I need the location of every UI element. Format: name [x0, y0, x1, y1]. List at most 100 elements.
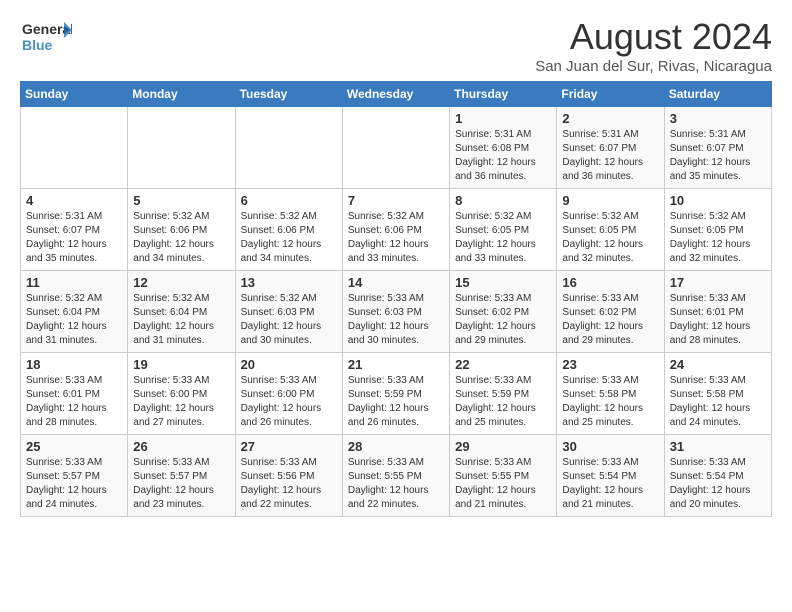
- day-number: 17: [670, 275, 766, 290]
- table-row: 20 Sunrise: 5:33 AM Sunset: 6:00 PM Dayli…: [235, 353, 342, 435]
- day-info: Sunrise: 5:33 AM Sunset: 5:59 PM Dayligh…: [348, 374, 444, 430]
- day-info: Sunrise: 5:33 AM Sunset: 5:58 PM Dayligh…: [562, 374, 658, 430]
- table-row: 5 Sunrise: 5:32 AM Sunset: 6:06 PM Daylig…: [128, 189, 235, 271]
- header-thursday: Thursday: [450, 82, 557, 107]
- day-info: Sunrise: 5:33 AM Sunset: 6:00 PM Dayligh…: [133, 374, 229, 430]
- calendar-container: General Blue August 2024 San Juan del Su…: [0, 0, 792, 533]
- day-info: Sunrise: 5:33 AM Sunset: 6:00 PM Dayligh…: [241, 374, 337, 430]
- day-number: 28: [348, 439, 444, 454]
- table-row: [235, 107, 342, 189]
- day-info: Sunrise: 5:32 AM Sunset: 6:05 PM Dayligh…: [562, 210, 658, 266]
- day-info: Sunrise: 5:33 AM Sunset: 5:54 PM Dayligh…: [670, 456, 766, 512]
- calendar-subtitle: San Juan del Sur, Rivas, Nicaragua: [535, 58, 772, 75]
- day-info: Sunrise: 5:31 AM Sunset: 6:08 PM Dayligh…: [455, 128, 551, 184]
- day-info: Sunrise: 5:33 AM Sunset: 5:57 PM Dayligh…: [133, 456, 229, 512]
- table-row: 3 Sunrise: 5:31 AM Sunset: 6:07 PM Daylig…: [664, 107, 771, 189]
- day-number: 20: [241, 357, 337, 372]
- day-info: Sunrise: 5:32 AM Sunset: 6:05 PM Dayligh…: [670, 210, 766, 266]
- header-tuesday: Tuesday: [235, 82, 342, 107]
- day-number: 4: [26, 193, 122, 208]
- weekday-header-row: Sunday Monday Tuesday Wednesday Thursday…: [21, 82, 772, 107]
- day-number: 15: [455, 275, 551, 290]
- day-number: 6: [241, 193, 337, 208]
- table-row: 17Sunrise: 5:33 AM Sunset: 6:01 PM Dayli…: [664, 271, 771, 353]
- day-number: 29: [455, 439, 551, 454]
- day-info: Sunrise: 5:32 AM Sunset: 6:04 PM Dayligh…: [133, 292, 229, 348]
- table-row: 26 Sunrise: 5:33 AM Sunset: 5:57 PM Dayli…: [128, 435, 235, 517]
- day-info: Sunrise: 5:32 AM Sunset: 6:06 PM Dayligh…: [133, 210, 229, 266]
- table-row: 19Sunrise: 5:33 AM Sunset: 6:00 PM Dayli…: [128, 353, 235, 435]
- day-number: 12: [133, 275, 229, 290]
- table-row: 4 Sunrise: 5:31 AM Sunset: 6:07 PM Daylig…: [21, 189, 128, 271]
- table-row: [21, 107, 128, 189]
- table-row: 6Sunrise: 5:32 AM Sunset: 6:06 PM Daylig…: [235, 189, 342, 271]
- calendar-week-row: 18 Sunrise: 5:33 AM Sunset: 6:01 PM Dayli…: [21, 353, 772, 435]
- table-row: 28 Sunrise: 5:33 AM Sunset: 5:55 PM Dayli…: [342, 435, 449, 517]
- day-number: 22: [455, 357, 551, 372]
- table-row: 12 Sunrise: 5:32 AM Sunset: 6:04 PM Dayli…: [128, 271, 235, 353]
- table-row: 13 Sunrise: 5:32 AM Sunset: 6:03 PM Dayli…: [235, 271, 342, 353]
- calendar-week-row: 4 Sunrise: 5:31 AM Sunset: 6:07 PM Daylig…: [21, 189, 772, 271]
- table-row: 15Sunrise: 5:33 AM Sunset: 6:02 PM Dayli…: [450, 271, 557, 353]
- table-row: 9 Sunrise: 5:32 AM Sunset: 6:05 PM Daylig…: [557, 189, 664, 271]
- logo-icon: General Blue: [20, 16, 72, 58]
- day-number: 1: [455, 111, 551, 126]
- table-row: 14 Sunrise: 5:33 AM Sunset: 6:03 PM Dayli…: [342, 271, 449, 353]
- table-row: 1 Sunrise: 5:31 AM Sunset: 6:08 PM Daylig…: [450, 107, 557, 189]
- day-number: 23: [562, 357, 658, 372]
- table-row: 23 Sunrise: 5:33 AM Sunset: 5:58 PM Dayli…: [557, 353, 664, 435]
- table-row: 11 Sunrise: 5:32 AM Sunset: 6:04 PM Dayli…: [21, 271, 128, 353]
- title-block: August 2024 San Juan del Sur, Rivas, Nic…: [535, 16, 772, 75]
- day-number: 16: [562, 275, 658, 290]
- day-info: Sunrise: 5:33 AM Sunset: 6:01 PM Dayligh…: [26, 374, 122, 430]
- table-row: 10 Sunrise: 5:32 AM Sunset: 6:05 PM Dayli…: [664, 189, 771, 271]
- table-row: 7Sunrise: 5:32 AM Sunset: 6:06 PM Daylig…: [342, 189, 449, 271]
- day-number: 9: [562, 193, 658, 208]
- header-friday: Friday: [557, 82, 664, 107]
- calendar-week-row: 1 Sunrise: 5:31 AM Sunset: 6:08 PM Daylig…: [21, 107, 772, 189]
- day-info: Sunrise: 5:31 AM Sunset: 6:07 PM Dayligh…: [26, 210, 122, 266]
- day-info: Sunrise: 5:32 AM Sunset: 6:04 PM Dayligh…: [26, 292, 122, 348]
- day-number: 26: [133, 439, 229, 454]
- day-info: Sunrise: 5:33 AM Sunset: 5:58 PM Dayligh…: [670, 374, 766, 430]
- table-row: [128, 107, 235, 189]
- table-row: 18 Sunrise: 5:33 AM Sunset: 6:01 PM Dayli…: [21, 353, 128, 435]
- day-number: 5: [133, 193, 229, 208]
- day-number: 11: [26, 275, 122, 290]
- table-row: 30 Sunrise: 5:33 AM Sunset: 5:54 PM Dayli…: [557, 435, 664, 517]
- logo: General Blue: [20, 16, 72, 58]
- svg-text:Blue: Blue: [22, 37, 53, 53]
- day-number: 13: [241, 275, 337, 290]
- table-row: 24 Sunrise: 5:33 AM Sunset: 5:58 PM Dayli…: [664, 353, 771, 435]
- table-row: 31Sunrise: 5:33 AM Sunset: 5:54 PM Dayli…: [664, 435, 771, 517]
- day-number: 10: [670, 193, 766, 208]
- header-sunday: Sunday: [21, 82, 128, 107]
- header: General Blue August 2024 San Juan del Su…: [20, 16, 772, 75]
- table-row: [342, 107, 449, 189]
- day-info: Sunrise: 5:33 AM Sunset: 6:02 PM Dayligh…: [562, 292, 658, 348]
- day-number: 3: [670, 111, 766, 126]
- day-info: Sunrise: 5:33 AM Sunset: 6:03 PM Dayligh…: [348, 292, 444, 348]
- table-row: 25Sunrise: 5:33 AM Sunset: 5:57 PM Dayli…: [21, 435, 128, 517]
- day-number: 2: [562, 111, 658, 126]
- day-info: Sunrise: 5:33 AM Sunset: 5:54 PM Dayligh…: [562, 456, 658, 512]
- day-number: 18: [26, 357, 122, 372]
- day-number: 21: [348, 357, 444, 372]
- day-number: 27: [241, 439, 337, 454]
- day-number: 14: [348, 275, 444, 290]
- calendar-table: Sunday Monday Tuesday Wednesday Thursday…: [20, 81, 772, 517]
- day-info: Sunrise: 5:32 AM Sunset: 6:03 PM Dayligh…: [241, 292, 337, 348]
- calendar-week-row: 11 Sunrise: 5:32 AM Sunset: 6:04 PM Dayli…: [21, 271, 772, 353]
- day-number: 24: [670, 357, 766, 372]
- day-info: Sunrise: 5:33 AM Sunset: 5:56 PM Dayligh…: [241, 456, 337, 512]
- day-info: Sunrise: 5:33 AM Sunset: 5:59 PM Dayligh…: [455, 374, 551, 430]
- table-row: 2Sunrise: 5:31 AM Sunset: 6:07 PM Daylig…: [557, 107, 664, 189]
- table-row: 21 Sunrise: 5:33 AM Sunset: 5:59 PM Dayli…: [342, 353, 449, 435]
- day-info: Sunrise: 5:31 AM Sunset: 6:07 PM Dayligh…: [670, 128, 766, 184]
- day-info: Sunrise: 5:33 AM Sunset: 5:55 PM Dayligh…: [455, 456, 551, 512]
- day-number: 25: [26, 439, 122, 454]
- day-number: 30: [562, 439, 658, 454]
- table-row: 22 Sunrise: 5:33 AM Sunset: 5:59 PM Dayli…: [450, 353, 557, 435]
- day-info: Sunrise: 5:33 AM Sunset: 5:55 PM Dayligh…: [348, 456, 444, 512]
- table-row: 29 Sunrise: 5:33 AM Sunset: 5:55 PM Dayli…: [450, 435, 557, 517]
